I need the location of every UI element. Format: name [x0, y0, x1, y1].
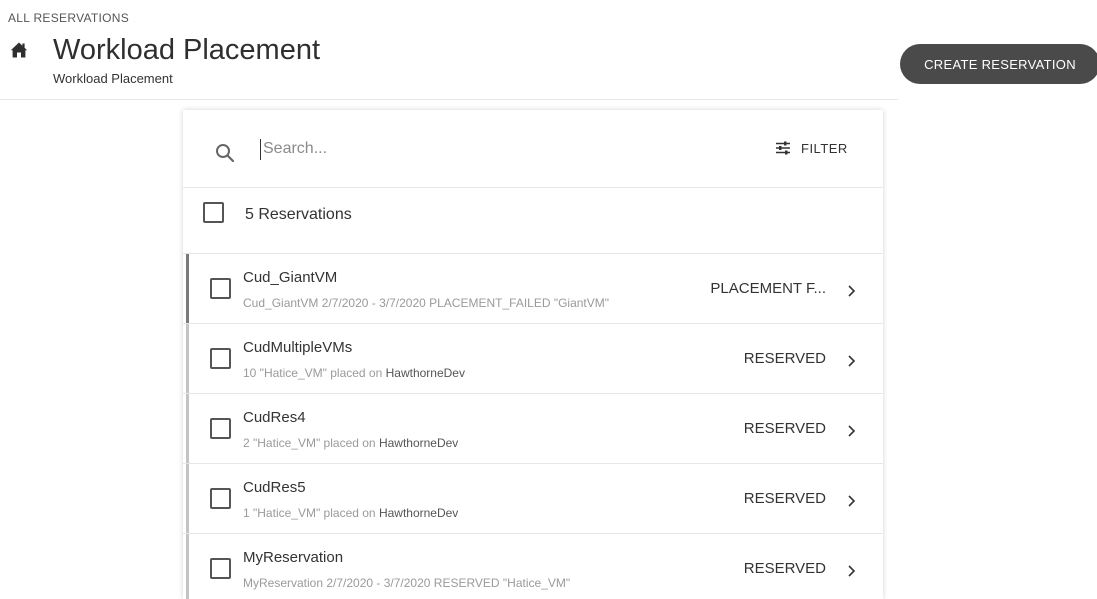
status-accent-bar [186, 534, 189, 599]
reservation-status: RESERVED [743, 420, 826, 437]
search-bar: FILTER [183, 110, 883, 188]
reservation-status: RESERVED [743, 350, 826, 367]
reservation-name: CudRes5 [243, 479, 306, 496]
page-title: Workload Placement [53, 34, 321, 66]
row-checkbox[interactable] [210, 488, 231, 509]
reservation-name: MyReservation [243, 549, 344, 566]
search-input[interactable] [263, 134, 683, 164]
text-cursor [260, 139, 261, 160]
host-name: HawthorneDev [378, 436, 459, 450]
row-checkbox[interactable] [210, 558, 231, 579]
reservation-row[interactable]: CudRes5 1 "Hatice_VM" placed on Hawthorn… [183, 464, 883, 534]
reservation-detail: 2 "Hatice_VM" placed on HawthorneDev [243, 436, 459, 450]
breadcrumb[interactable]: ALL RESERVATIONS [8, 11, 129, 25]
reservation-detail: 10 "Hatice_VM" placed on HawthorneDev [243, 366, 465, 380]
search-icon [216, 144, 235, 163]
reservation-row[interactable]: CudMultipleVMs 10 "Hatice_VM" placed on … [183, 324, 883, 394]
chevron-right-icon[interactable] [847, 284, 856, 298]
reservation-name: Cud_GiantVM [243, 269, 338, 286]
reservation-row[interactable]: CudRes4 2 "Hatice_VM" placed on Hawthorn… [183, 394, 883, 464]
reservation-row[interactable]: MyReservation MyReservation 2/7/2020 - 3… [183, 534, 883, 599]
reservation-detail: Cud_GiantVM 2/7/2020 - 3/7/2020 PLACEMEN… [243, 296, 610, 310]
home-icon[interactable] [10, 41, 28, 59]
status-accent-bar [186, 254, 189, 323]
reservation-status: PLACEMENT F... [710, 280, 826, 297]
create-reservation-button[interactable]: CREATE RESERVATION [900, 44, 1097, 84]
row-checkbox[interactable] [210, 418, 231, 439]
header-divider [0, 99, 898, 100]
status-accent-bar [186, 394, 189, 463]
status-accent-bar [186, 464, 189, 533]
filter-button[interactable]: FILTER [775, 134, 848, 162]
reservation-name: CudMultipleVMs [243, 339, 353, 356]
host-name: HawthorneDev [385, 366, 465, 380]
reservation-status: RESERVED [743, 560, 826, 577]
filter-label: FILTER [801, 140, 848, 156]
filter-sliders-icon [776, 141, 790, 155]
reservation-row[interactable]: Cud_GiantVM Cud_GiantVM 2/7/2020 - 3/7/2… [183, 254, 883, 324]
reservation-detail: MyReservation 2/7/2020 - 3/7/2020 RESERV… [243, 576, 571, 590]
workload-placement-page: ALL RESERVATIONS Workload Placement Work… [0, 0, 1097, 599]
host-name: HawthorneDev [378, 506, 459, 520]
row-checkbox[interactable] [210, 278, 231, 299]
chevron-right-icon[interactable] [847, 354, 856, 368]
row-checkbox[interactable] [210, 348, 231, 369]
select-all-checkbox[interactable] [203, 202, 224, 223]
status-accent-bar [186, 324, 189, 393]
reservation-count: 5 Reservations [245, 206, 352, 223]
reservation-status: RESERVED [743, 490, 826, 507]
chevron-right-icon[interactable] [847, 494, 856, 508]
select-all-row: 5 Reservations [183, 188, 883, 254]
reservations-panel: FILTER 5 Reservations Cud_GiantVM Cud_Gi… [183, 110, 883, 599]
page-subtitle: Workload Placement [53, 71, 173, 86]
chevron-right-icon[interactable] [847, 564, 856, 578]
reservation-detail: 1 "Hatice_VM" placed on HawthorneDev [243, 506, 459, 520]
chevron-right-icon[interactable] [847, 424, 856, 438]
reservation-name: CudRes4 [243, 409, 306, 426]
